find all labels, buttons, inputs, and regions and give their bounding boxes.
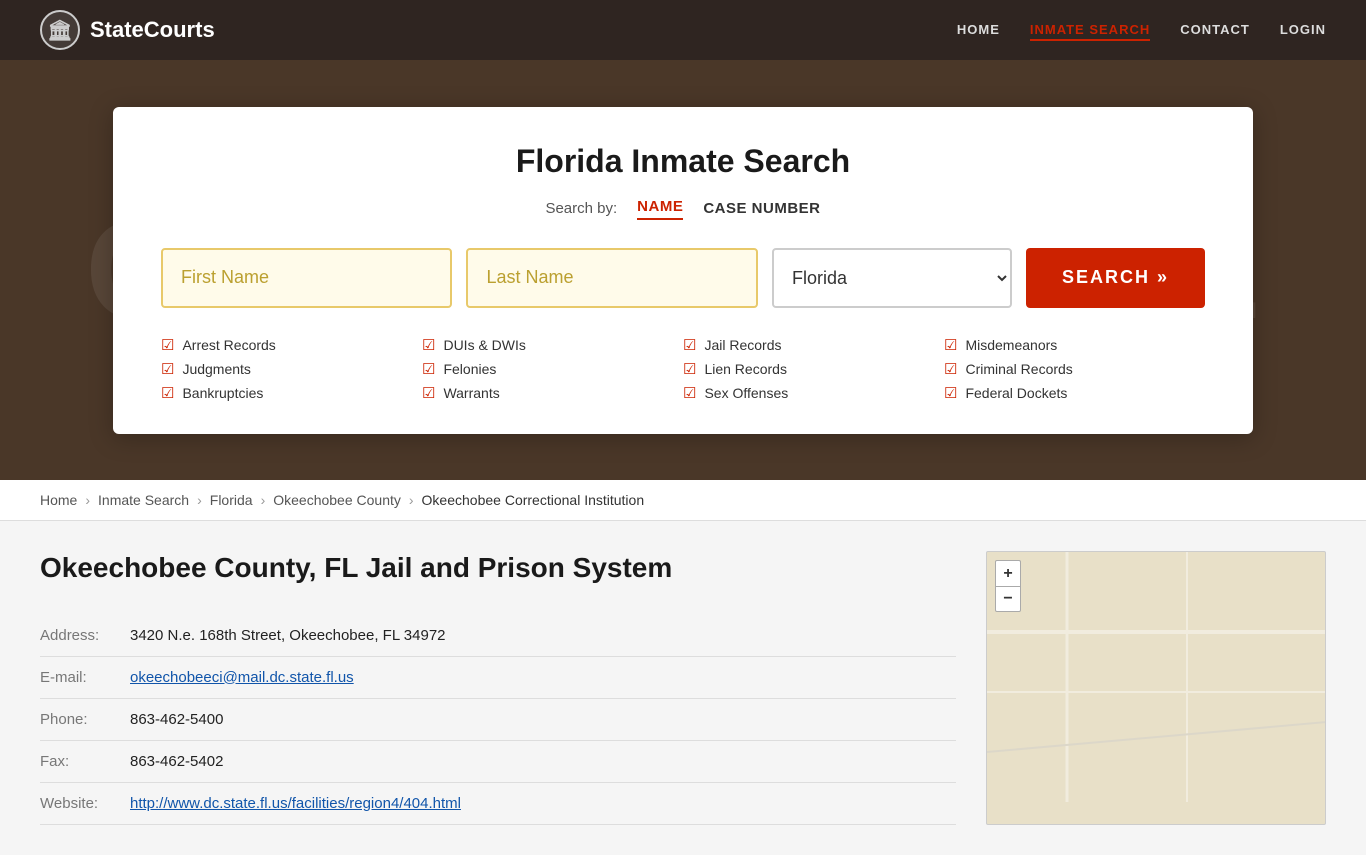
check-icon: ☑ <box>161 384 174 402</box>
search-title: Florida Inmate Search <box>161 143 1205 180</box>
search-inputs-row: Florida Alabama Georgia Texas SEARCH » <box>161 248 1205 308</box>
navbar: 🏛 StateCourts HOME INMATE SEARCH CONTACT… <box>0 0 1366 60</box>
check-icon: ☑ <box>422 384 435 402</box>
breadcrumb: Home › Inmate Search › Florida › Okeecho… <box>0 480 1366 521</box>
check-icon: ☑ <box>422 336 435 354</box>
check-icon: ☑ <box>944 384 957 402</box>
state-select[interactable]: Florida Alabama Georgia Texas <box>772 248 1012 308</box>
feature-label: Arrest Records <box>182 337 275 353</box>
feature-label: Sex Offenses <box>704 385 788 401</box>
main-content: Okeechobee County, FL Jail and Prison Sy… <box>0 521 1366 855</box>
breadcrumb-florida[interactable]: Florida <box>210 492 253 508</box>
breadcrumb-inmate-search[interactable]: Inmate Search <box>98 492 189 508</box>
search-by-row: Search by: NAME CASE NUMBER <box>161 198 1205 220</box>
logo-text: StateCourts <box>90 17 215 43</box>
field-value-email: okeechobeeci@mail.dc.state.fl.us <box>130 656 956 698</box>
feature-label: Federal Dockets <box>965 385 1067 401</box>
feature-arrest: ☑ Arrest Records <box>161 336 422 354</box>
feature-label: Felonies <box>443 361 496 377</box>
site-logo[interactable]: 🏛 StateCourts <box>40 10 215 50</box>
check-icon: ☑ <box>161 360 174 378</box>
feature-criminal: ☑ Criminal Records <box>944 360 1205 378</box>
feature-federal: ☑ Federal Dockets <box>944 384 1205 402</box>
feature-felonies: ☑ Felonies <box>422 360 683 378</box>
nav-login[interactable]: LOGIN <box>1280 22 1326 37</box>
breadcrumb-home[interactable]: Home <box>40 492 77 508</box>
feature-label: DUIs & DWIs <box>443 337 525 353</box>
nav-inmate-search[interactable]: INMATE SEARCH <box>1030 22 1150 41</box>
last-name-input[interactable] <box>466 248 757 308</box>
feature-label: Misdemeanors <box>965 337 1057 353</box>
field-label-website: Website: <box>40 782 130 824</box>
email-link[interactable]: okeechobeeci@mail.dc.state.fl.us <box>130 669 354 686</box>
feature-label: Jail Records <box>704 337 781 353</box>
table-row-phone: Phone: 863-462-5400 <box>40 698 956 740</box>
breadcrumb-sep-3: › <box>261 492 266 508</box>
nav-links: HOME INMATE SEARCH CONTACT LOGIN <box>957 21 1326 39</box>
feature-bankruptcies: ☑ Bankruptcies <box>161 384 422 402</box>
search-button[interactable]: SEARCH » <box>1026 248 1205 308</box>
feature-dui: ☑ DUIs & DWIs <box>422 336 683 354</box>
table-row-address: Address: 3420 N.e. 168th Street, Okeecho… <box>40 615 956 657</box>
map-container: + − <box>986 551 1326 825</box>
check-icon: ☑ <box>944 336 957 354</box>
check-icon: ☑ <box>422 360 435 378</box>
table-row-website: Website: http://www.dc.state.fl.us/facil… <box>40 782 956 824</box>
breadcrumb-county[interactable]: Okeechobee County <box>273 492 401 508</box>
feature-sex-offenses: ☑ Sex Offenses <box>683 384 944 402</box>
field-value-website: http://www.dc.state.fl.us/facilities/reg… <box>130 782 956 824</box>
feature-label: Lien Records <box>704 361 787 377</box>
feature-warrants: ☑ Warrants <box>422 384 683 402</box>
nav-contact[interactable]: CONTACT <box>1180 22 1250 37</box>
field-label-fax: Fax: <box>40 740 130 782</box>
feature-col-2: ☑ DUIs & DWIs ☑ Felonies ☑ Warrants <box>422 336 683 402</box>
field-label-address: Address: <box>40 615 130 657</box>
field-value-fax: 863-462-5402 <box>130 740 956 782</box>
check-icon: ☑ <box>683 336 696 354</box>
nav-home[interactable]: HOME <box>957 22 1000 37</box>
field-label-email: E-mail: <box>40 656 130 698</box>
search-by-label: Search by: <box>545 200 617 217</box>
check-icon: ☑ <box>944 360 957 378</box>
info-table: Address: 3420 N.e. 168th Street, Okeecho… <box>40 615 956 825</box>
first-name-input[interactable] <box>161 248 452 308</box>
check-icon: ☑ <box>683 360 696 378</box>
feature-jail: ☑ Jail Records <box>683 336 944 354</box>
tab-case-number[interactable]: CASE NUMBER <box>703 200 820 217</box>
institution-title: Okeechobee County, FL Jail and Prison Sy… <box>40 551 956 585</box>
feature-col-1: ☑ Arrest Records ☑ Judgments ☑ Bankruptc… <box>161 336 422 402</box>
search-card: Florida Inmate Search Search by: NAME CA… <box>113 107 1253 434</box>
field-value-address: 3420 N.e. 168th Street, Okeechobee, FL 3… <box>130 615 956 657</box>
hero-section: COURTHOUSE Florida Inmate Search Search … <box>0 60 1366 480</box>
features-grid: ☑ Arrest Records ☑ Judgments ☑ Bankruptc… <box>161 336 1205 402</box>
field-label-phone: Phone: <box>40 698 130 740</box>
logo-icon: 🏛 <box>40 10 80 50</box>
website-link[interactable]: http://www.dc.state.fl.us/facilities/reg… <box>130 795 461 812</box>
feature-label: Judgments <box>182 361 250 377</box>
field-value-phone: 863-462-5400 <box>130 698 956 740</box>
check-icon: ☑ <box>161 336 174 354</box>
map-roads <box>987 552 1325 824</box>
content-left: Okeechobee County, FL Jail and Prison Sy… <box>40 551 956 825</box>
breadcrumb-sep-4: › <box>409 492 414 508</box>
feature-misdemeanors: ☑ Misdemeanors <box>944 336 1205 354</box>
feature-label: Warrants <box>443 385 499 401</box>
breadcrumb-current: Okeechobee Correctional Institution <box>422 492 645 508</box>
table-row-email: E-mail: okeechobeeci@mail.dc.state.fl.us <box>40 656 956 698</box>
feature-label: Criminal Records <box>965 361 1072 377</box>
check-icon: ☑ <box>683 384 696 402</box>
feature-col-4: ☑ Misdemeanors ☑ Criminal Records ☑ Fede… <box>944 336 1205 402</box>
feature-lien: ☑ Lien Records <box>683 360 944 378</box>
breadcrumb-sep-1: › <box>85 492 90 508</box>
breadcrumb-sep-2: › <box>197 492 202 508</box>
tab-name[interactable]: NAME <box>637 198 683 220</box>
table-row-fax: Fax: 863-462-5402 <box>40 740 956 782</box>
feature-col-3: ☑ Jail Records ☑ Lien Records ☑ Sex Offe… <box>683 336 944 402</box>
feature-judgments: ☑ Judgments <box>161 360 422 378</box>
feature-label: Bankruptcies <box>182 385 263 401</box>
